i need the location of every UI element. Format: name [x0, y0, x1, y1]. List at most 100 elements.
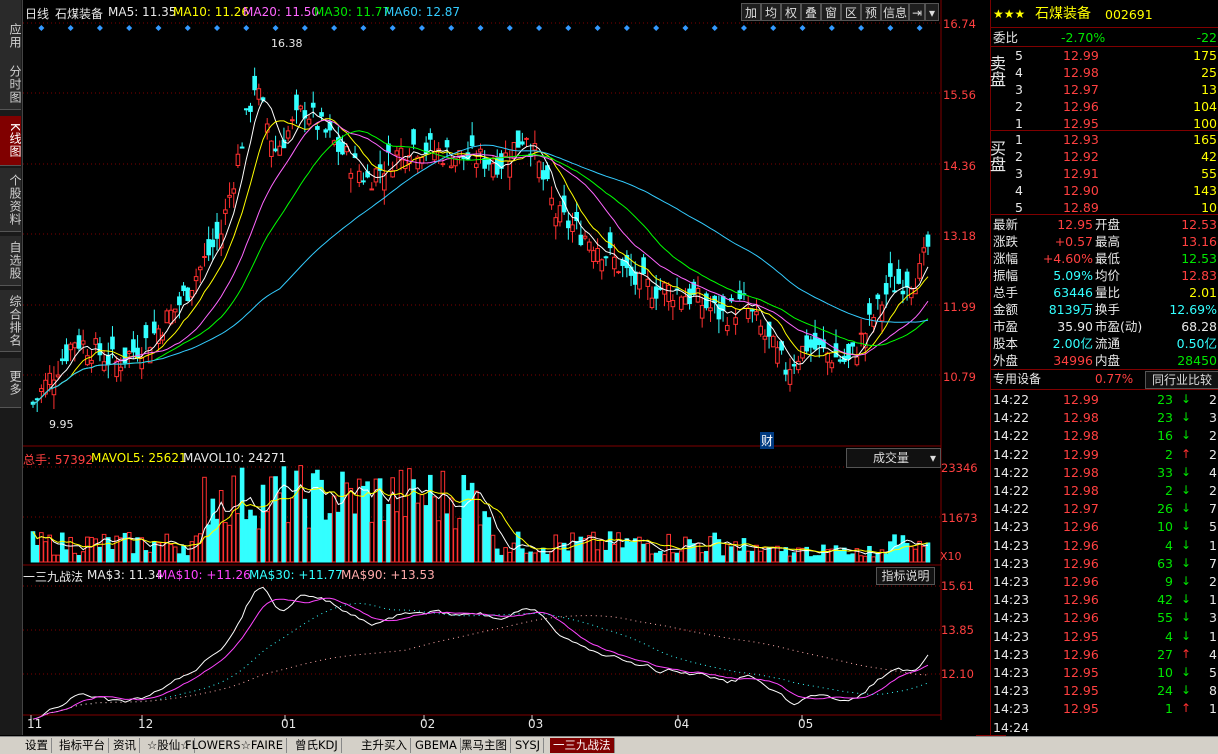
- volume-bar: [641, 543, 646, 563]
- volume-bar: [628, 541, 634, 563]
- tab-8[interactable]: 黑马主图: [458, 738, 511, 753]
- window-button[interactable]: 窗: [821, 3, 841, 21]
- candle-body: [39, 388, 44, 392]
- volume-bar: [678, 550, 684, 563]
- volume-bar: [729, 546, 734, 563]
- quote-label: 振幅: [993, 268, 1019, 283]
- quote-row: 最新 12.95 开盘 12.53: [991, 216, 1218, 233]
- candle-body: [724, 325, 730, 332]
- quote-value: +4.60%: [1042, 251, 1093, 266]
- volume-bar: [440, 470, 446, 563]
- signal-diamond-icon: [565, 25, 572, 31]
- sell-order-row: 1 12.95 100: [991, 115, 1218, 132]
- arrow-down-icon: ↓: [1181, 537, 1192, 552]
- nav-item-more[interactable]: 更多: [0, 358, 22, 408]
- buy-level: 2: [1015, 149, 1023, 164]
- signal-diamond-icon: [96, 25, 103, 31]
- nav-item-kline[interactable]: K线图: [0, 116, 22, 166]
- nav-item-profile[interactable]: 个股资料: [0, 168, 22, 232]
- volume-bar: [612, 543, 617, 563]
- volume-bar: [348, 487, 354, 563]
- candle-body: [791, 364, 797, 367]
- quote-row: 金额 8139万 换手 12.69%: [991, 301, 1218, 318]
- tab-9[interactable]: SYSJ: [512, 738, 545, 753]
- candle-body: [210, 239, 216, 248]
- candle-body: [448, 165, 454, 169]
- volume-bar: [783, 547, 789, 563]
- forecast-button[interactable]: 预: [861, 3, 881, 21]
- quote-label: 流通: [1095, 336, 1121, 351]
- overlay-button[interactable]: 叠: [801, 3, 821, 21]
- tab-6[interactable]: 主升买入: [358, 738, 411, 753]
- candle-body: [235, 153, 241, 167]
- candle-body: [85, 355, 90, 366]
- tick-price: 12.96: [1063, 646, 1099, 662]
- volume-bar: [340, 471, 345, 563]
- candle-body: [570, 224, 575, 233]
- tick-time: 14:22: [993, 483, 1030, 498]
- volume-bar: [469, 482, 475, 563]
- industry-compare-button[interactable]: 同行业比较: [1145, 371, 1218, 389]
- candle-body: [310, 102, 316, 108]
- volume-bar: [666, 533, 672, 563]
- nav-item-ranking[interactable]: 综合排名: [0, 290, 22, 352]
- volume-indicator-select[interactable]: 成交量 ▾: [846, 448, 941, 468]
- indicator-help-button[interactable]: 指标说明: [876, 567, 935, 585]
- tick-time: 14:23: [993, 610, 1030, 626]
- ma10-label: MA10: 11.26: [173, 5, 250, 19]
- candle-body: [428, 133, 433, 140]
- tab-0[interactable]: 设置: [22, 738, 52, 753]
- candle-body: [110, 336, 115, 350]
- volume-bar: [796, 547, 801, 563]
- signal-diamond-icon: [828, 25, 835, 31]
- bottom-tab-bar: 设置 指标平台 资讯 ☆股仙☆ FLOWERS☆FAIRE 曾氏KDJ 主升买入 GBEMA 黑…: [0, 736, 1218, 754]
- tab-2[interactable]: 资讯: [110, 738, 140, 753]
- candle-body: [649, 297, 655, 309]
- range-button[interactable]: 区: [841, 3, 861, 21]
- volume-bar: [64, 549, 69, 563]
- volume-bar: [486, 517, 492, 563]
- tick-row: 14:24: [991, 719, 1218, 736]
- candle-body: [758, 325, 764, 335]
- buy-volume: 143: [1193, 183, 1217, 198]
- collapse-arrow-icon[interactable]: ⇥: [909, 3, 925, 21]
- indicator-ma90-line: [32, 615, 929, 720]
- volume-bar: [858, 555, 864, 563]
- candle-body: [578, 234, 584, 246]
- tab-4[interactable]: FLOWERS☆FAIRE: [182, 738, 287, 753]
- tick-count: 3: [1209, 610, 1217, 626]
- quote-label: 内盘: [1095, 353, 1121, 368]
- rights-button[interactable]: 权: [781, 3, 801, 21]
- volume-scale-label: X10: [940, 550, 962, 563]
- tab-10[interactable]: 一三九战法: [550, 738, 615, 753]
- candle-body: [202, 256, 207, 259]
- nav-label: 个股资料: [8, 173, 22, 226]
- volume-bar: [653, 552, 659, 563]
- volume-bar: [131, 553, 136, 563]
- average-button[interactable]: 均: [761, 3, 781, 21]
- candle-body: [231, 188, 237, 194]
- add-button[interactable]: 加: [741, 3, 761, 21]
- nav-item-watchlist[interactable]: 自选股: [0, 236, 22, 286]
- volume-bar: [632, 538, 638, 563]
- info-button[interactable]: 信息: [881, 3, 909, 21]
- candle-body: [306, 118, 312, 125]
- dropdown-arrow-icon[interactable]: ▾: [925, 3, 939, 21]
- signal-diamond-icon: [653, 25, 660, 31]
- buy-price: 12.90: [1063, 183, 1099, 198]
- quote-value: 12.53: [1181, 217, 1217, 232]
- tab-1[interactable]: 指标平台: [56, 738, 109, 753]
- tab-7[interactable]: GBEMA: [412, 738, 461, 753]
- candle-body: [582, 235, 588, 239]
- quote-label: 最高: [1095, 234, 1121, 249]
- volume-bar: [264, 511, 270, 563]
- candle-body: [666, 284, 672, 302]
- nav-item-intraday[interactable]: 分时图: [0, 60, 22, 110]
- tab-5[interactable]: 曾氏KDJ: [292, 738, 342, 753]
- candle-body: [206, 239, 211, 256]
- volume-bar: [532, 552, 538, 563]
- signal-diamond-icon: [155, 25, 162, 31]
- kline-chart-area[interactable]: 日线 石煤装备 MA5: 11.35 MA10: 11.26 MA20: 11.…: [23, 0, 993, 737]
- financial-report-marker[interactable]: 财: [760, 432, 775, 449]
- tick-count: 4: [1209, 646, 1217, 662]
